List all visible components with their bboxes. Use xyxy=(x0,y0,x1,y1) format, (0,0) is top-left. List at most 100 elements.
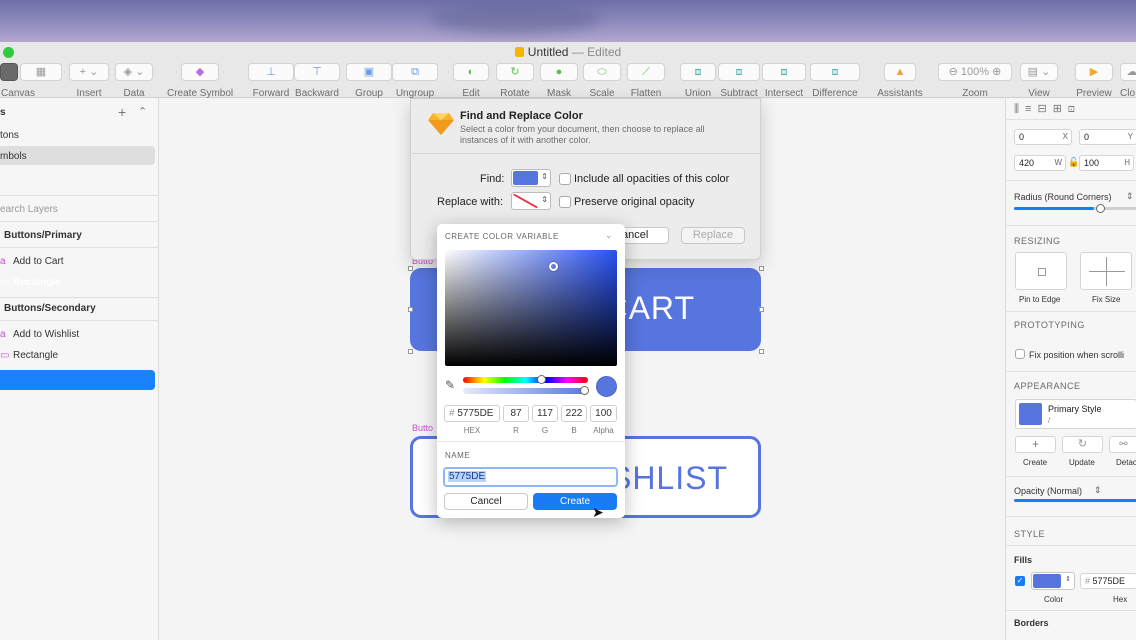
page-item[interactable]: tons xyxy=(0,130,19,141)
radius-slider[interactable] xyxy=(1014,204,1136,213)
toolbar-scale[interactable]: ⬭ Scale xyxy=(583,62,621,99)
toolbar-union[interactable]: ⧈ Union xyxy=(680,62,716,99)
update-style-icon[interactable]: ↻ xyxy=(1062,436,1103,453)
green-input[interactable]: 117 xyxy=(532,405,558,422)
toolbar-canvas-grid[interactable]: ▦ xyxy=(20,62,62,98)
toolbar-preview[interactable]: ▶ Preview xyxy=(1075,62,1113,99)
add-page-icon[interactable]: + xyxy=(118,104,126,120)
toolbar-backward[interactable]: ⊤ Backward xyxy=(294,62,340,99)
color-selector-knob[interactable] xyxy=(549,262,558,271)
fix-size-control[interactable] xyxy=(1080,252,1132,290)
zoom-control: ⊖ 100% ⊕ xyxy=(938,63,1012,81)
alpha-slider[interactable] xyxy=(463,386,589,395)
toolbar-cloud[interactable]: ☁ Clo xyxy=(1120,62,1136,98)
replace-button[interactable]: Replace xyxy=(681,227,745,244)
resize-handle[interactable] xyxy=(759,307,764,312)
layer-item[interactable]: Add to Cart xyxy=(13,256,64,267)
radius-label[interactable]: Radius (Round Corners) xyxy=(1014,192,1112,202)
cancel-button[interactable]: ancel xyxy=(621,227,669,244)
window-title-text: Untitled xyxy=(527,45,569,59)
resize-handle[interactable] xyxy=(759,266,764,271)
fix-position-checkbox[interactable] xyxy=(1015,349,1025,359)
create-style-plus-icon[interactable]: + xyxy=(1015,436,1056,453)
opacity-chevron-icon[interactable]: ⇕ xyxy=(1094,485,1102,496)
toolbar-zoom[interactable]: ⊖ 100% ⊕ Zoom xyxy=(938,62,1012,99)
toolbar-data[interactable]: ◈ ⌄ Data xyxy=(115,62,153,99)
eyedropper-icon[interactable]: ✎ xyxy=(445,378,455,392)
toolbar-intersect[interactable]: ⧈ Intersect xyxy=(762,62,806,99)
alpha-slider-knob[interactable] xyxy=(580,386,589,395)
toolbar-rotate[interactable]: ↻ Rotate xyxy=(496,62,534,99)
toolbar-create-symbol[interactable]: ◆ Create Symbol xyxy=(167,62,233,99)
hue-slider-knob[interactable] xyxy=(537,375,546,384)
detach-style-icon[interactable]: ⚯ xyxy=(1109,436,1136,453)
blue-input[interactable]: 222 xyxy=(561,405,587,422)
hex-prefix: # xyxy=(449,408,455,419)
layer-group-buttons-secondary[interactable]: Buttons/Secondary xyxy=(4,303,96,314)
dialog-description-2: instances of it with another color. xyxy=(460,135,591,145)
layer-item[interactable]: Rectangle xyxy=(13,277,61,288)
width-field[interactable]: 420 W xyxy=(1014,155,1066,171)
include-opacities-checkbox[interactable] xyxy=(559,173,571,185)
resize-handle[interactable] xyxy=(759,349,764,354)
layer-group-buttons-primary[interactable]: Buttons/Primary xyxy=(4,230,82,241)
hex-input[interactable]: # 5775DE xyxy=(444,405,500,422)
fill-color-well[interactable]: ⇕ xyxy=(1031,572,1075,590)
radius-chevron-icon[interactable]: ⇕ xyxy=(1126,191,1134,202)
layer-item-selected[interactable] xyxy=(0,370,155,390)
toolbar-view[interactable]: ▤ ⌄ View xyxy=(1020,62,1058,99)
toolbar-group[interactable]: ▣ Group xyxy=(346,62,392,99)
resize-handle[interactable] xyxy=(408,266,413,271)
radius-slider-knob[interactable] xyxy=(1096,204,1105,213)
toolbar-assistants[interactable]: ▲ Assistants xyxy=(876,62,924,99)
toolbar-insert[interactable]: + ⌄ Insert xyxy=(69,62,109,99)
red-input[interactable]: 87 xyxy=(503,405,529,422)
toolbar-flatten[interactable]: ⟋ Flatten xyxy=(627,62,665,99)
replace-color-well[interactable]: ⇕ xyxy=(511,192,551,210)
name-input[interactable]: 5775DE xyxy=(443,467,618,487)
toolbar-edit[interactable]: ◐ Edit xyxy=(453,62,489,99)
layer-item[interactable]: Add to Wishlist xyxy=(13,329,79,340)
fill-hex-field[interactable]: # 5775DE xyxy=(1080,573,1136,589)
fill-enabled-checkbox[interactable]: ✓ xyxy=(1015,576,1025,586)
toolbar-ungroup[interactable]: ⧉ Ungroup xyxy=(392,62,438,99)
x-position-field[interactable]: 0X xyxy=(1014,129,1072,145)
picker-cancel-button[interactable]: Cancel xyxy=(444,493,528,510)
secondary-button-text: SHLIST xyxy=(609,460,728,496)
toolbar-subtract[interactable]: ⧈ Subtract xyxy=(718,62,760,99)
hue-slider[interactable] xyxy=(463,375,588,384)
layer-item[interactable]: Rectangle xyxy=(13,350,58,361)
toolbar-forward[interactable]: ⊥ Forward xyxy=(248,62,294,99)
lock-icon[interactable]: 🔓 xyxy=(1068,157,1079,168)
y-position-field[interactable]: 0Y xyxy=(1079,129,1136,145)
find-color-well[interactable]: ⇕ xyxy=(511,169,551,187)
resize-handle[interactable] xyxy=(408,307,413,312)
opacity-label[interactable]: Opacity (Normal) xyxy=(1014,486,1082,496)
shared-style-selector[interactable]: Primary Style / xyxy=(1015,399,1136,429)
height-field[interactable]: 100 H xyxy=(1079,155,1134,171)
preserve-opacity-checkbox[interactable] xyxy=(559,196,571,208)
zoom-value: 100% xyxy=(960,66,990,78)
search-layers-input[interactable]: earch Layers xyxy=(0,204,58,215)
picker-create-button[interactable]: Create xyxy=(533,493,617,510)
chevron-down-icon[interactable]: ⌄ xyxy=(605,230,613,241)
resize-handle[interactable] xyxy=(408,349,413,354)
zoom-in-icon[interactable]: ⊕ xyxy=(992,66,1001,78)
artboard-label-secondary[interactable]: Butto xyxy=(412,423,433,433)
toolbar-difference[interactable]: ⧈ Difference xyxy=(810,62,860,99)
mouse-cursor-icon: ➤ xyxy=(592,504,604,520)
name-input-selected-text: 5775DE xyxy=(448,471,487,482)
saturation-brightness-field[interactable] xyxy=(445,250,617,366)
cloud-icon: ☁ xyxy=(1120,63,1136,81)
alignment-icons[interactable]: ⫼≡⊟⊞⊡ xyxy=(1014,102,1081,116)
forward-icon: ⊥ xyxy=(248,63,294,81)
toolbar-mask[interactable]: ● Mask xyxy=(540,62,578,99)
opacity-slider[interactable] xyxy=(1014,499,1136,502)
collapse-pages-icon[interactable]: ⌃ xyxy=(138,105,147,118)
zoom-out-icon[interactable]: ⊖ xyxy=(949,66,958,78)
page-item[interactable]: mbols xyxy=(0,151,27,162)
flatten-icon: ⟋ xyxy=(627,63,665,81)
alpha-input[interactable]: 100 xyxy=(590,405,617,422)
fills-label: Fills xyxy=(1014,555,1033,565)
pin-to-edge-control[interactable] xyxy=(1015,252,1067,290)
